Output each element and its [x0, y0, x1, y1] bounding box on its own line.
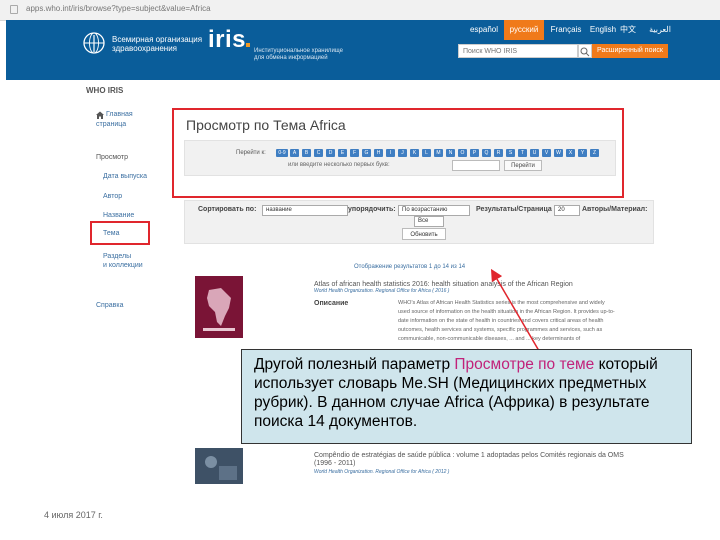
- callout-text-pre: Другой полезный параметр: [254, 356, 455, 373]
- slide-date: 4 июля 2017 г.: [44, 510, 103, 520]
- annotation-arrow: [490, 268, 567, 398]
- callout-highlight: Просмотре по теме: [454, 356, 595, 373]
- annotation-callout: Другой полезный параметр Просмотре по те…: [241, 349, 692, 444]
